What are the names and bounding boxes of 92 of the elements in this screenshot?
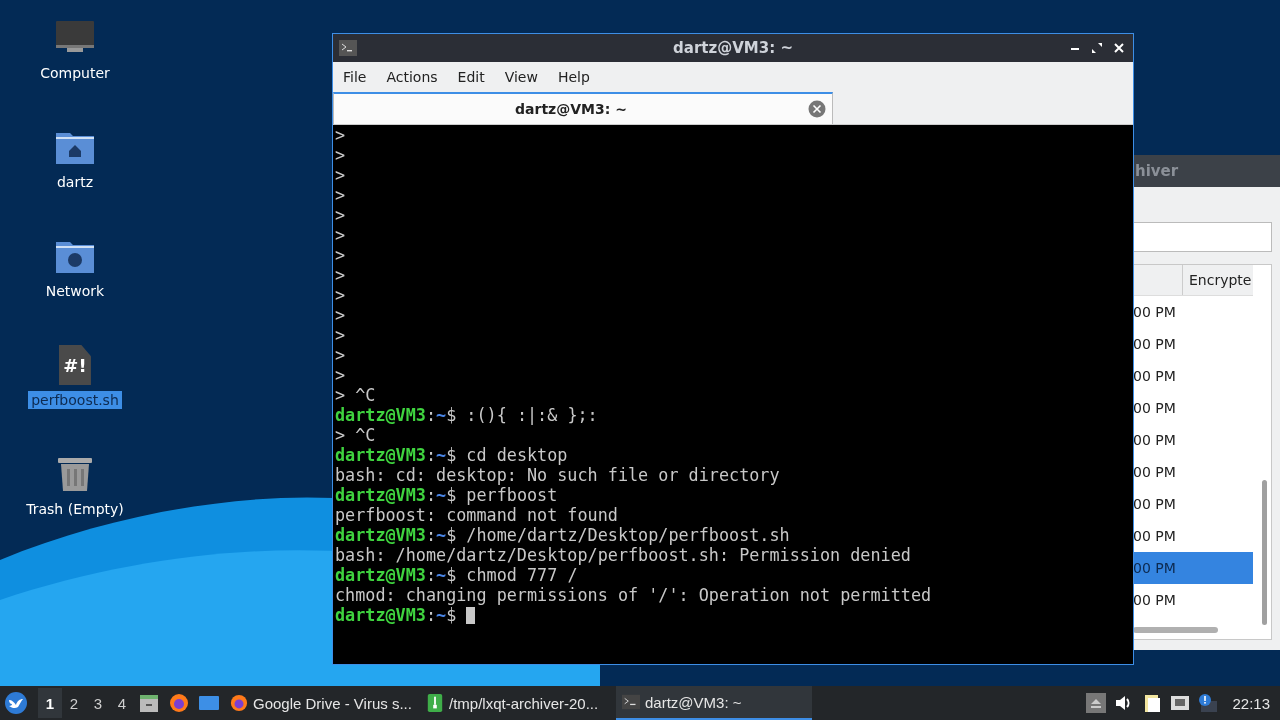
prompt-path: ~ <box>436 525 447 545</box>
prompt-user: dartz@VM3 <box>335 565 426 585</box>
prompt-path: ~ <box>436 565 447 585</box>
terminal-output: chmod: changing permissions of '/': Operation not permitted <box>335 585 932 605</box>
menu-item[interactable]: Actions <box>376 69 448 85</box>
terminal-output: > <box>335 125 346 145</box>
list-row[interactable]: 00 PM <box>1133 360 1253 392</box>
terminal-output: > <box>335 345 346 365</box>
terminal-command: $ :(){ :|:& };: <box>446 405 598 425</box>
prompt-user: dartz@VM3 <box>335 525 426 545</box>
prompt-path: ~ <box>436 405 447 425</box>
zip-file-icon <box>426 694 444 712</box>
file-cabinet-icon[interactable] <box>139 693 159 713</box>
clock[interactable]: 22:13 <box>1232 694 1270 712</box>
prompt-user: dartz@VM3 <box>335 605 426 625</box>
prompt-separator: : <box>425 445 437 465</box>
location-field[interactable] <box>1133 222 1272 252</box>
eject-icon[interactable] <box>1086 693 1107 713</box>
desktop-icon-label[interactable]: Trash (Empty) <box>23 500 127 518</box>
terminal-output: > <box>335 205 346 225</box>
menu-item[interactable]: View <box>494 69 548 85</box>
menu-item[interactable]: File <box>333 69 377 85</box>
menu-item[interactable]: Help <box>547 69 600 85</box>
prompt-path: ~ <box>436 485 447 505</box>
prompt-separator: : <box>425 605 437 625</box>
terminal-output: > ^C <box>335 425 376 445</box>
prompt-separator: : <box>425 565 437 585</box>
notification-icon[interactable] <box>1198 693 1219 713</box>
browser-icon[interactable] <box>169 693 189 713</box>
window-title: hiver <box>1134 162 1179 180</box>
workspace-button[interactable]: 1 <box>38 688 62 718</box>
list-row[interactable]: 00 PM <box>1133 552 1253 584</box>
list-row[interactable]: 00 PM <box>1133 520 1253 552</box>
desktop-icon-label[interactable]: perfboost.sh <box>28 391 122 409</box>
close-icon[interactable] <box>1113 42 1125 54</box>
terminal-output: > <box>335 225 346 245</box>
terminal-output: perfboost: command not found <box>335 505 618 525</box>
terminal-output: > <box>335 325 346 345</box>
terminal-output: > <box>335 265 346 285</box>
list-row[interactable]: 00 PM <box>1133 488 1253 520</box>
workspace-button[interactable]: 2 <box>62 688 86 718</box>
prompt-separator: : <box>425 485 437 505</box>
list-row[interactable]: 00 PM <box>1133 328 1253 360</box>
desktop-icon-label[interactable]: dartz <box>53 173 97 191</box>
prompt-user: dartz@VM3 <box>335 405 426 425</box>
terminal-command: $ chmod 777 / <box>446 565 578 585</box>
browser-icon <box>230 694 248 712</box>
menu-item[interactable]: Edit <box>447 69 495 85</box>
tab[interactable]: dartz@VM3: ~ <box>333 92 833 124</box>
terminal-command: $ perfboost <box>446 485 558 505</box>
desktop-icon-label[interactable]: Network <box>42 282 108 300</box>
terminal-output: bash: /home/dartz/Desktop/perfboost.sh: Permission denied <box>335 545 911 565</box>
list-row[interactable]: 00 PM <box>1133 296 1253 328</box>
terminal-command: $ /home/dartz/Desktop/perfboost.sh <box>446 525 790 545</box>
task-button[interactable]: /tmp/lxqt-archiver-20... <box>420 686 616 720</box>
workspace-button[interactable]: 4 <box>110 688 134 718</box>
desktop-icon-label[interactable]: Computer <box>37 64 113 82</box>
prompt-path: ~ <box>436 605 447 625</box>
terminal-output: > <box>335 305 346 325</box>
workspace-button[interactable]: 3 <box>86 688 110 718</box>
terminal-output: > <box>335 185 346 205</box>
bird-logo-icon[interactable] <box>4 691 28 715</box>
prompt-separator: : <box>425 525 437 545</box>
list-row[interactable]: 00 PM <box>1133 456 1253 488</box>
scrollbar[interactable] <box>1262 480 1267 625</box>
task-button[interactable]: dartz@VM3: ~ <box>616 686 812 720</box>
prompt-path: ~ <box>436 445 447 465</box>
restore-icon[interactable] <box>1091 42 1103 54</box>
window-title: dartz@VM3: ~ <box>673 39 793 57</box>
script-file-icon[interactable]: #! <box>59 345 91 385</box>
terminal-icon <box>339 40 357 56</box>
list-row[interactable]: 00 PM <box>1133 584 1253 616</box>
prompt-user: dartz@VM3 <box>335 445 426 465</box>
terminal-icon <box>622 693 640 711</box>
network-icon[interactable] <box>1170 693 1191 713</box>
terminal-output: > <box>335 285 346 305</box>
terminal-output: > ^C <box>335 385 376 405</box>
terminal-output: > <box>335 165 346 185</box>
terminal-command: $ <box>446 605 458 625</box>
terminal-output: > <box>335 245 346 265</box>
terminal-output: > <box>335 365 346 385</box>
list-row[interactable]: 00 PM <box>1133 424 1253 456</box>
terminal-command: $ cd desktop <box>446 445 568 465</box>
show-desktop-icon[interactable] <box>199 693 219 713</box>
prompt-separator: : <box>425 405 437 425</box>
terminal-output: > <box>335 145 346 165</box>
scrollbar[interactable] <box>1133 627 1218 633</box>
prompt-user: dartz@VM3 <box>335 485 426 505</box>
terminal-output: bash: cd: desktop: No such file or directory <box>335 465 780 485</box>
task-button[interactable]: Google Drive - Virus s... <box>224 686 420 720</box>
clipboard-icon[interactable] <box>1142 693 1163 713</box>
list-row[interactable]: 00 PM <box>1133 392 1253 424</box>
